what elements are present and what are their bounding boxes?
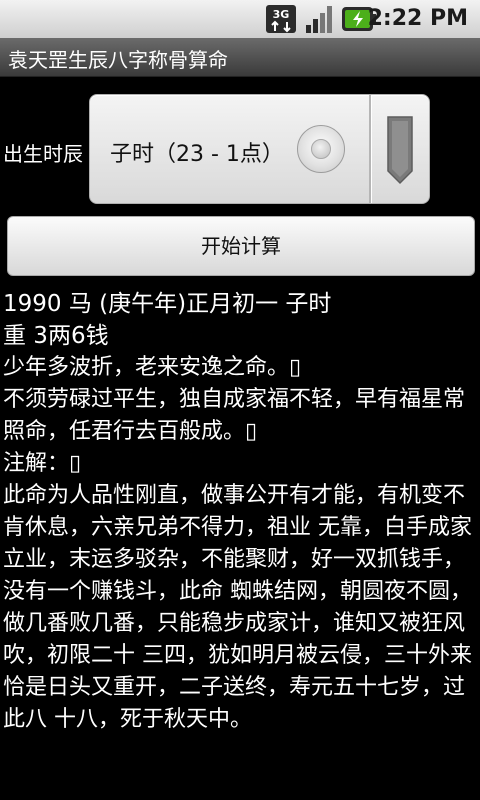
radio-indicator-icon	[297, 125, 345, 173]
app-title: 袁天罡生辰八字称骨算命	[8, 48, 228, 72]
svg-text:3G: 3G	[273, 8, 290, 21]
spinner-selected-value: 子时（23 - 1点）	[110, 142, 284, 167]
poem-line: 不须劳碌过平生，独自成家福不轻，早有福星常照命，任君行去百般成。▯	[3, 387, 466, 444]
annotation-body: 此命为人品性刚直，做事公开有才能，有机变不肯休息，六亲兄弟不得力，祖业 无靠，白…	[3, 483, 472, 732]
clock-time: 2:22 PM	[367, 6, 468, 31]
birth-hour-spinner[interactable]: 子时（23 - 1点）	[89, 94, 430, 204]
bone-weight-line: 重 3两6钱	[3, 323, 109, 349]
annotation-heading: 注解：▯	[3, 451, 82, 476]
dropdown-arrow-icon[interactable]	[384, 115, 416, 185]
status-bar: 3G 2:22 PM	[0, 0, 480, 39]
birth-hour-label: 出生时辰	[3, 142, 83, 166]
start-calculation-button[interactable]: 开始计算	[7, 216, 475, 276]
birth-info-line: 1990 马 (庚午年)正月初一 子时	[3, 291, 332, 317]
spinner-divider	[369, 95, 371, 203]
signal-strength-icon	[306, 6, 332, 33]
fate-summary-line: 少年多波折，老来安逸之命。▯	[3, 355, 302, 380]
result-text: 1990 马 (庚午年)正月初一 子时 重 3两6钱 少年多波折，老来安逸之命。…	[3, 288, 473, 736]
network-3g-icon: 3G	[266, 5, 296, 33]
title-bar: 袁天罡生辰八字称骨算命	[0, 38, 480, 77]
